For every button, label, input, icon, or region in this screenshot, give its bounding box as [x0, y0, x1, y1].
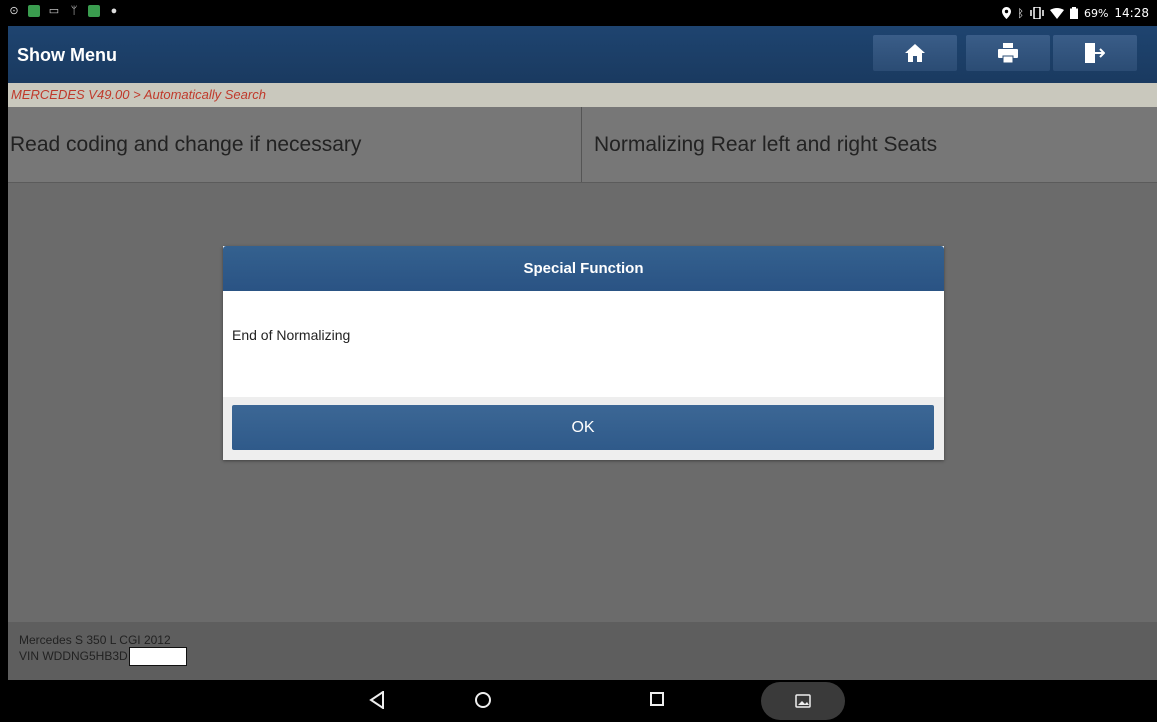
- print-button[interactable]: [966, 35, 1050, 71]
- back-button[interactable]: [369, 691, 385, 709]
- app-icon: [28, 5, 40, 17]
- screenshot-button[interactable]: [761, 682, 845, 720]
- menu-item-label: Read coding and change if necessary: [10, 132, 362, 156]
- vin-redaction-box: [128, 647, 187, 666]
- dialog-title: Special Function: [223, 246, 944, 291]
- navigation-bar: [0, 680, 1157, 722]
- exit-button[interactable]: [1053, 35, 1137, 71]
- battery-percent: 69%: [1083, 6, 1109, 20]
- recents-button[interactable]: [649, 691, 665, 707]
- menu-item-read-coding[interactable]: Read coding and change if necessary: [8, 107, 582, 182]
- location-search-icon: ●: [110, 5, 118, 17]
- menu-item-normalizing-seats[interactable]: Normalizing Rear left and right Seats: [583, 107, 1157, 182]
- usb-debug-icon: ᛘ: [70, 5, 78, 17]
- breadcrumb-bar: MERCEDES V49.00 > Automatically Search: [8, 83, 1157, 107]
- home-button[interactable]: [873, 35, 957, 71]
- exit-icon: [1085, 43, 1105, 63]
- home-nav-button[interactable]: [474, 691, 492, 709]
- breadcrumb: MERCEDES V49.00 > Automatically Search: [11, 87, 266, 102]
- app-header: Show Menu: [8, 26, 1157, 83]
- battery-icon: [1069, 7, 1078, 19]
- alarm-icon: ⊙: [9, 5, 19, 17]
- notification-icons: ⊙ ▭ ᛘ ●: [8, 5, 120, 17]
- image-icon: ▭: [48, 5, 60, 17]
- app-icon: [88, 5, 100, 17]
- home-icon: [905, 44, 925, 62]
- system-icons: ᛒ 69% 14:28: [1002, 6, 1149, 20]
- vin-number: VIN WDDNG5HB3D: [19, 649, 128, 663]
- screenshot-icon: [795, 694, 811, 708]
- print-icon: [998, 43, 1018, 63]
- dialog-body: End of Normalizing: [223, 291, 944, 397]
- function-menu: Read coding and change if necessary Norm…: [8, 107, 1157, 183]
- back-icon: [369, 691, 384, 709]
- menu-item-label: Normalizing Rear left and right Seats: [594, 132, 938, 156]
- ok-button[interactable]: OK: [232, 405, 934, 450]
- clock: 14:28: [1114, 6, 1149, 20]
- recents-icon: [650, 692, 664, 706]
- wifi-icon: [1049, 7, 1064, 19]
- home-circle-icon: [475, 692, 491, 708]
- bluetooth-icon: ᛒ: [1017, 6, 1024, 20]
- page-title: Show Menu: [17, 45, 117, 65]
- status-bar: ⊙ ▭ ᛘ ● ᛒ 69% 14:28: [0, 0, 1157, 26]
- vehicle-info-bar: Mercedes S 350 L CGI 2012 VIN WDDNG5HB3D: [8, 622, 1157, 680]
- dialog-message: End of Normalizing: [232, 327, 351, 343]
- vibrate-icon: [1030, 7, 1044, 19]
- vehicle-model: Mercedes S 350 L CGI 2012: [19, 633, 171, 647]
- location-icon: [1002, 7, 1012, 19]
- special-function-dialog: Special Function End of Normalizing OK: [223, 246, 944, 460]
- vehicle-info: Mercedes S 350 L CGI 2012 VIN WDDNG5HB3D: [19, 634, 187, 666]
